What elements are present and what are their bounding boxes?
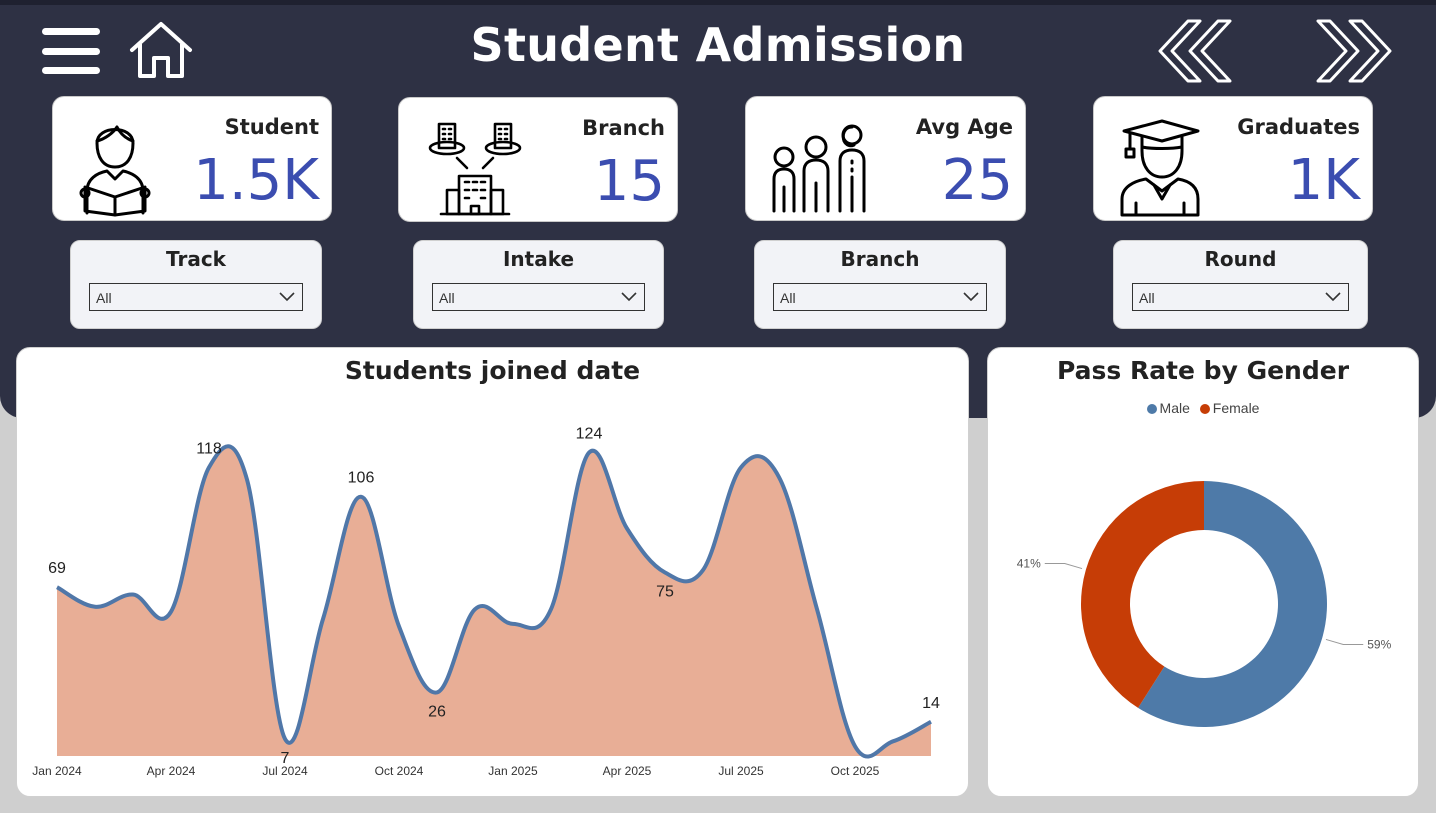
data-label: 14	[922, 695, 940, 712]
donut-slice-female[interactable]	[1081, 481, 1204, 708]
dropdown-value: All	[96, 290, 112, 306]
leader-line	[1044, 563, 1083, 570]
family-age-icon	[768, 123, 868, 220]
students-joined-chart-panel: Students joined date 69 118 7 106 26 124 75 14 J…	[16, 347, 969, 797]
intake-dropdown[interactable]: All	[432, 283, 645, 311]
x-tick-label: Jan 2025	[488, 764, 538, 778]
graduate-icon	[1118, 117, 1202, 222]
chevron-down-icon	[278, 290, 296, 309]
area-chart[interactable]: 691187106261247514Jan 2024 Apr 2024 Jul 20…	[17, 348, 968, 796]
area-fill	[57, 446, 931, 757]
x-tick-label: Apr 2025	[603, 764, 652, 778]
data-label: 69	[48, 560, 66, 577]
kpi-label: Avg Age	[915, 115, 1013, 139]
x-tick-label: Oct 2025	[831, 764, 880, 778]
data-label: 118	[196, 440, 222, 457]
kpi-value: 15	[593, 149, 665, 214]
leader-line	[1325, 638, 1364, 645]
kpi-label: Graduates	[1237, 115, 1360, 139]
kpi-value: 25	[941, 148, 1013, 213]
kpi-card-graduates: Graduates 1K	[1093, 96, 1373, 221]
dropdown-value: All	[780, 290, 796, 306]
dropdown-value: All	[1139, 290, 1155, 306]
data-label: 75	[656, 584, 674, 601]
filter-intake: Intake All	[413, 240, 664, 329]
kpi-card-student: Student 1.5K	[52, 96, 332, 221]
data-label: 106	[348, 470, 375, 487]
pass-rate-chart-panel: Pass Rate by Gender Male Female 59% 41%	[987, 347, 1419, 797]
filter-branch: Branch All	[754, 240, 1006, 329]
kpi-label: Student	[224, 115, 319, 139]
data-label: 26	[428, 703, 446, 720]
student-reading-icon	[79, 117, 151, 222]
data-label: 124	[576, 426, 603, 443]
x-tick-label: Jul 2025	[718, 764, 764, 778]
back-icon[interactable]	[1154, 17, 1234, 85]
track-dropdown[interactable]: All	[89, 283, 303, 311]
x-tick-label: Oct 2024	[375, 764, 424, 778]
filter-label: Intake	[502, 247, 575, 271]
kpi-card-branch: Branch 15	[398, 97, 678, 222]
dropdown-value: All	[439, 290, 455, 306]
chevron-down-icon	[1324, 290, 1342, 309]
slice-label: 41%	[1017, 557, 1041, 571]
kpi-value: 1.5K	[193, 148, 319, 213]
x-tick-label: Jan 2024	[32, 764, 82, 778]
filter-label: Branch	[840, 247, 920, 271]
donut-chart[interactable]: 59% 41%	[988, 348, 1418, 796]
kpi-value: 1K	[1287, 148, 1360, 213]
filter-label: Round	[1204, 247, 1277, 271]
branch-dropdown[interactable]: All	[773, 283, 987, 311]
filter-label: Track	[166, 247, 226, 271]
chevron-down-icon	[962, 290, 980, 309]
kpi-label: Branch	[582, 116, 665, 140]
top-border	[0, 0, 1436, 5]
x-tick-label: Jul 2024	[262, 764, 308, 778]
filter-round: Round All	[1113, 240, 1368, 329]
slice-label: 59%	[1367, 637, 1391, 651]
round-dropdown[interactable]: All	[1132, 283, 1349, 311]
chevron-down-icon	[620, 290, 638, 309]
kpi-card-avg-age: Avg Age 25	[745, 96, 1026, 221]
filter-track: Track All	[70, 240, 322, 329]
branch-buildings-icon	[427, 120, 523, 221]
forward-icon[interactable]	[1314, 17, 1396, 85]
x-tick-label: Apr 2024	[147, 764, 196, 778]
